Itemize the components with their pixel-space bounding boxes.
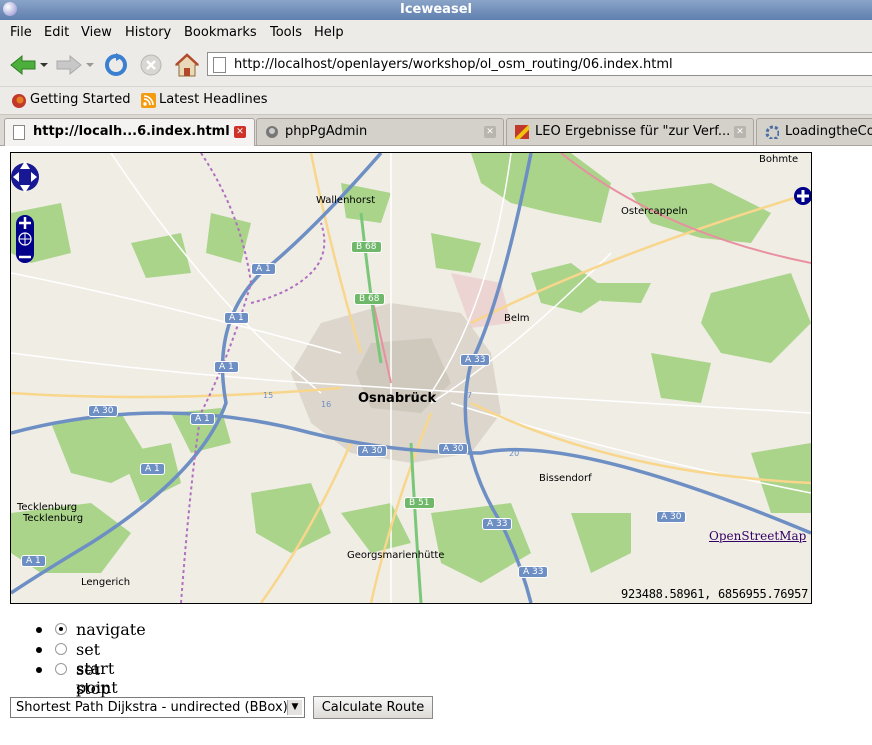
list-bullet [36, 667, 42, 673]
place-label: Bissendorf [539, 473, 592, 484]
url-bar[interactable]: http://localhost/openlayers/workshop/ol_… [207, 52, 872, 76]
road-shield: A 30 [357, 445, 388, 457]
bookmark-latest-headlines[interactable]: Latest Headlines [159, 92, 268, 107]
close-tab-icon[interactable]: ✕ [234, 126, 246, 138]
road-shield: A 1 [224, 312, 249, 324]
reload-icon[interactable] [102, 52, 130, 78]
tab-bar: http://localh...6.index.html ✕ phpPgAdmi… [0, 115, 872, 146]
leo-icon [515, 125, 529, 139]
attribution-link[interactable]: OpenStreetMap [709, 529, 806, 543]
list-bullet [36, 627, 42, 633]
bookmarks-toolbar: Getting Started Latest Headlines [0, 87, 872, 115]
gear-icon [765, 125, 779, 139]
tab-phppgadmin[interactable]: phpPgAdmin ✕ [256, 118, 504, 145]
calculate-route-button[interactable]: Calculate Route [313, 696, 433, 719]
window-title: Iceweasel [400, 2, 472, 17]
road-shield: A 30 [88, 405, 119, 417]
back-history-dropdown[interactable] [38, 52, 50, 78]
elephant-icon [266, 126, 278, 138]
road-shield: B 68 [354, 293, 385, 305]
junction-number: 7 [467, 391, 473, 400]
algorithm-selected-value: Shortest Path Dijkstra - undirected (BBo… [16, 700, 288, 715]
road-shield: A 33 [460, 354, 491, 366]
road-shield: A 1 [214, 361, 239, 373]
home-icon[interactable] [173, 52, 201, 78]
forward-history-dropdown[interactable] [84, 52, 96, 78]
road-shield: A 1 [140, 463, 165, 475]
junction-number: 15 [263, 391, 274, 400]
navigation-toolbar: http://localhost/openlayers/workshop/ol_… [0, 44, 872, 87]
menu-view[interactable]: View [81, 25, 112, 40]
page-icon [13, 125, 25, 140]
radio-set-start[interactable] [55, 643, 67, 655]
stop-icon[interactable] [138, 52, 164, 78]
road-shield: A 1 [21, 555, 46, 567]
road-shield: A 33 [518, 566, 549, 578]
tab-label: LoadingtheCo [785, 124, 872, 139]
tab-label: http://localh...6.index.html [33, 124, 230, 139]
city-label-osnabrueck: Osnabrück [358, 391, 437, 406]
close-tab-icon[interactable]: ✕ [484, 126, 496, 138]
page-icon [213, 57, 226, 73]
place-label: Belm [504, 313, 530, 324]
road-shield: A 33 [482, 518, 513, 530]
map-viewport[interactable]: Osnabrück Wallenhorst Bohmte Ostercappel… [10, 152, 812, 604]
forward-button[interactable] [54, 52, 84, 78]
close-tab-icon[interactable]: ✕ [734, 126, 746, 138]
place-label: Bohmte [759, 154, 799, 165]
radio-navigate[interactable] [55, 623, 67, 635]
menu-bar: File Edit View History Bookmarks Tools H… [0, 20, 872, 44]
junction-number: 16 [321, 400, 332, 409]
mouse-position: 923488.58961, 6856955.76957 [621, 587, 808, 601]
rss-icon [141, 93, 156, 108]
url-text[interactable]: http://localhost/openlayers/workshop/ol_… [234, 57, 673, 72]
layer-switcher-icon[interactable] [793, 186, 812, 206]
osm-map-tiles[interactable] [11, 153, 811, 603]
radio-set-stop[interactable] [55, 663, 67, 675]
menu-edit[interactable]: Edit [44, 25, 69, 40]
tab-label: LEO Ergebnisse für "zur Verf... [535, 124, 730, 139]
menu-tools[interactable]: Tools [270, 25, 302, 40]
tab-routing-page[interactable]: http://localh...6.index.html ✕ [4, 118, 255, 146]
place-label: Wallenhorst [316, 195, 376, 206]
place-label: Georgsmarienhütte [347, 550, 445, 561]
menu-help[interactable]: Help [314, 25, 344, 40]
road-shield: A 30 [438, 443, 469, 455]
tab-label: phpPgAdmin [285, 124, 368, 139]
chevron-down-icon[interactable]: ▼ [287, 700, 302, 715]
road-shield: A 30 [656, 511, 687, 523]
road-shield: A 1 [251, 263, 276, 275]
window-title-bar: Iceweasel [0, 0, 872, 20]
tab-loading[interactable]: LoadingtheCo [756, 118, 872, 145]
radio-label: navigate [76, 620, 146, 639]
road-shield: B 68 [351, 241, 382, 253]
menu-history[interactable]: History [125, 25, 171, 40]
road-shield: B 51 [404, 497, 435, 509]
place-label: Ostercappeln [621, 206, 688, 217]
bookmark-getting-started[interactable]: Getting Started [30, 92, 131, 107]
firefox-icon [12, 94, 26, 108]
menu-file[interactable]: File [10, 25, 32, 40]
pan-zoom-control [11, 161, 39, 263]
road-shield: A 1 [190, 413, 215, 425]
junction-number: 20 [509, 449, 520, 458]
list-bullet [36, 647, 42, 653]
menu-bookmarks[interactable]: Bookmarks [184, 25, 257, 40]
place-label: Lengerich [81, 577, 131, 588]
back-button[interactable] [8, 52, 38, 78]
place-label: Tecklenburg [23, 513, 84, 524]
place-label: Tecklenburg [17, 502, 78, 513]
algorithm-select[interactable]: Shortest Path Dijkstra - undirected (BBo… [10, 697, 305, 718]
tab-leo[interactable]: LEO Ergebnisse für "zur Verf... ✕ [506, 118, 754, 145]
